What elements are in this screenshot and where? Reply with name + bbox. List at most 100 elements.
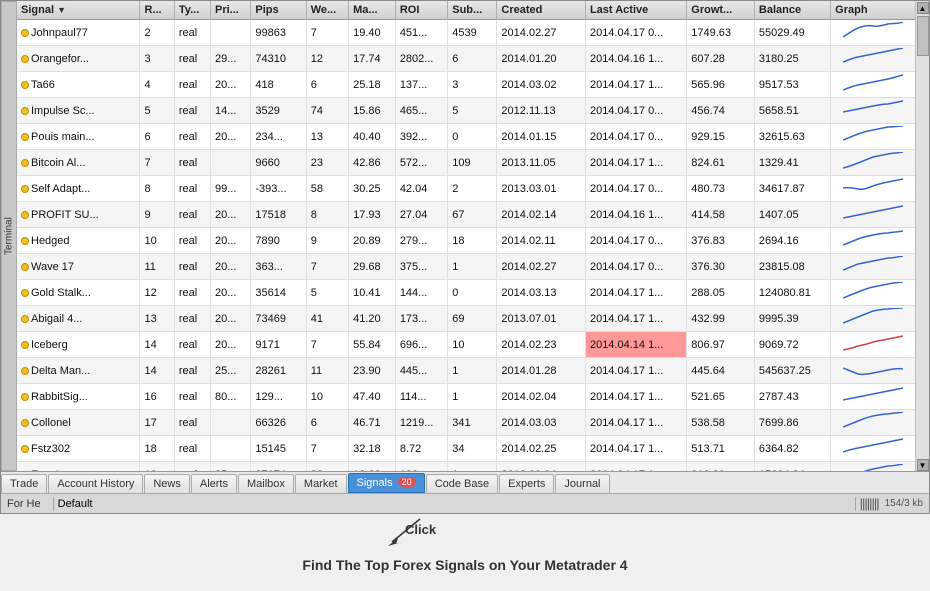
cell-graph: [831, 436, 915, 462]
cell-weeks: 7: [306, 20, 348, 46]
cell-created: 2014.02.04: [497, 384, 586, 410]
cell-roi: 392...: [395, 124, 447, 150]
col-header-lastactive[interactable]: Last Active: [585, 1, 686, 20]
cell-signal: Gold Stalk...: [17, 280, 140, 306]
table-row[interactable]: Gold Stalk... 12 real 20... 35614 5 10.4…: [17, 280, 915, 306]
sparkline-chart: [843, 204, 903, 222]
terminal-label: Terminal: [1, 1, 17, 471]
table-row[interactable]: Johnpaul77 2 real 99863 7 19.40 451... 4…: [17, 20, 915, 46]
cell-lastactive: 2014.04.17 1...: [585, 150, 686, 176]
cell-subs: 6: [448, 46, 497, 72]
table-row[interactable]: Abigail 4... 13 real 20... 73469 41 41.2…: [17, 306, 915, 332]
cell-roi: 144...: [395, 280, 447, 306]
col-header-signal[interactable]: Signal ▼: [17, 1, 140, 20]
tab-mailbox[interactable]: Mailbox: [238, 474, 294, 493]
cell-growth: 376.83: [687, 228, 755, 254]
cell-signal: EasyInver...: [17, 462, 140, 472]
cell-lastactive: 2014.04.17 0...: [585, 254, 686, 280]
annotation-area: Click: [0, 514, 930, 549]
col-header-weeks[interactable]: We...: [306, 1, 348, 20]
cell-rank: 3: [140, 46, 174, 72]
cell-subs: 1: [448, 462, 497, 472]
col-header-price[interactable]: Pri...: [211, 1, 251, 20]
cell-graph: [831, 124, 915, 150]
signals-badge: 20: [398, 477, 416, 487]
cell-graph: [831, 306, 915, 332]
cell-roi: 42.04: [395, 176, 447, 202]
cell-created: 2014.01.20: [497, 46, 586, 72]
table-row[interactable]: Iceberg 14 real 20... 9171 7 55.84 696..…: [17, 332, 915, 358]
cell-maxdd: 23.90: [349, 358, 396, 384]
tab-market[interactable]: Market: [295, 474, 347, 493]
cell-roi: 173...: [395, 306, 447, 332]
table-row[interactable]: Fstz302 18 real 15145 7 32.18 8.72 34 20…: [17, 436, 915, 462]
table-row[interactable]: Pouis main... 6 real 20... 234... 13 40.…: [17, 124, 915, 150]
vertical-scrollbar[interactable]: ▲ ▼: [915, 1, 929, 471]
table-row[interactable]: Collonel 17 real 66326 6 46.71 1219... 3…: [17, 410, 915, 436]
table-row[interactable]: Self Adapt... 8 real 99... -393... 58 30…: [17, 176, 915, 202]
scroll-up-button[interactable]: ▲: [917, 2, 929, 14]
cell-weeks: 13: [306, 124, 348, 150]
tab-news[interactable]: News: [144, 474, 190, 493]
signals-table: Signal ▼ R... Ty... Pri... Pips We... Ma…: [17, 1, 915, 471]
cell-maxdd: 17.74: [349, 46, 396, 72]
cell-signal: Hedged: [17, 228, 140, 254]
cell-rank: 8: [140, 176, 174, 202]
table-row[interactable]: RabbitSig... 16 real 80... 129... 10 47.…: [17, 384, 915, 410]
cell-price: 80...: [211, 384, 251, 410]
cell-balance: 2694.16: [754, 228, 830, 254]
table-row[interactable]: EasyInver... 19 real 25... 37174 32 18.2…: [17, 462, 915, 472]
scroll-thumb[interactable]: [917, 16, 929, 56]
sparkline-chart: [843, 334, 903, 352]
cell-roi: 465...: [395, 98, 447, 124]
cell-rank: 18: [140, 436, 174, 462]
tab-account-history[interactable]: Account History: [48, 474, 143, 493]
cell-maxdd: 18.28: [349, 462, 396, 472]
col-header-roi[interactable]: ROI: [395, 1, 447, 20]
table-row[interactable]: Orangefor... 3 real 29... 74310 12 17.74…: [17, 46, 915, 72]
col-header-maxdd[interactable]: Ma...: [349, 1, 396, 20]
col-header-subs[interactable]: Sub...: [448, 1, 497, 20]
table-row[interactable]: Bitcoin Al... 7 real 9660 23 42.86 572..…: [17, 150, 915, 176]
tab-journal[interactable]: Journal: [555, 474, 609, 493]
table-row[interactable]: Wave 17 11 real 20... 363... 7 29.68 375…: [17, 254, 915, 280]
cell-created: 2014.03.13: [497, 280, 586, 306]
signal-dot: [21, 29, 29, 37]
scroll-down-button[interactable]: ▼: [917, 459, 929, 471]
table-row[interactable]: Hedged 10 real 20... 7890 9 20.89 279...…: [17, 228, 915, 254]
tab-trade[interactable]: Trade: [1, 474, 47, 493]
col-header-type[interactable]: Ty...: [174, 1, 210, 20]
tab-alerts[interactable]: Alerts: [191, 474, 237, 493]
status-profile: Default: [58, 498, 851, 510]
cell-price: 20...: [211, 202, 251, 228]
table-row[interactable]: Delta Man... 14 real 25... 28261 11 23.9…: [17, 358, 915, 384]
tab-codebase[interactable]: Code Base: [426, 474, 498, 493]
col-header-rank[interactable]: R...: [140, 1, 174, 20]
col-header-balance[interactable]: Balance: [754, 1, 830, 20]
cell-subs: 1: [448, 358, 497, 384]
sparkline-chart: [843, 74, 903, 92]
cell-weeks: 7: [306, 254, 348, 280]
main-container: Terminal Signal ▼ R... Ty... Pri... Pips…: [0, 0, 930, 514]
col-header-pips[interactable]: Pips: [251, 1, 306, 20]
col-header-growth[interactable]: Growt...: [687, 1, 755, 20]
cell-maxdd: 47.40: [349, 384, 396, 410]
col-header-created[interactable]: Created: [497, 1, 586, 20]
table-row[interactable]: Impulse Sc... 5 real 14... 3529 74 15.86…: [17, 98, 915, 124]
cell-graph: [831, 20, 915, 46]
cell-graph: [831, 98, 915, 124]
tab-signals[interactable]: Signals 20: [348, 473, 425, 493]
cell-roi: 2802...: [395, 46, 447, 72]
cell-price: 20...: [211, 280, 251, 306]
cell-growth: 414.58: [687, 202, 755, 228]
col-header-graph[interactable]: Graph: [831, 1, 915, 20]
sparkline-chart: [843, 230, 903, 248]
cell-price: [211, 436, 251, 462]
status-bar: For He Default |||||||| 154/3 kb: [1, 493, 929, 513]
cell-balance: 34617.87: [754, 176, 830, 202]
tab-experts[interactable]: Experts: [499, 474, 554, 493]
cell-created: 2014.02.25: [497, 436, 586, 462]
table-row[interactable]: PROFIT SU... 9 real 20... 17518 8 17.93 …: [17, 202, 915, 228]
cell-subs: 34: [448, 436, 497, 462]
table-row[interactable]: Ta66 4 real 20... 418 6 25.18 137... 3 2…: [17, 72, 915, 98]
